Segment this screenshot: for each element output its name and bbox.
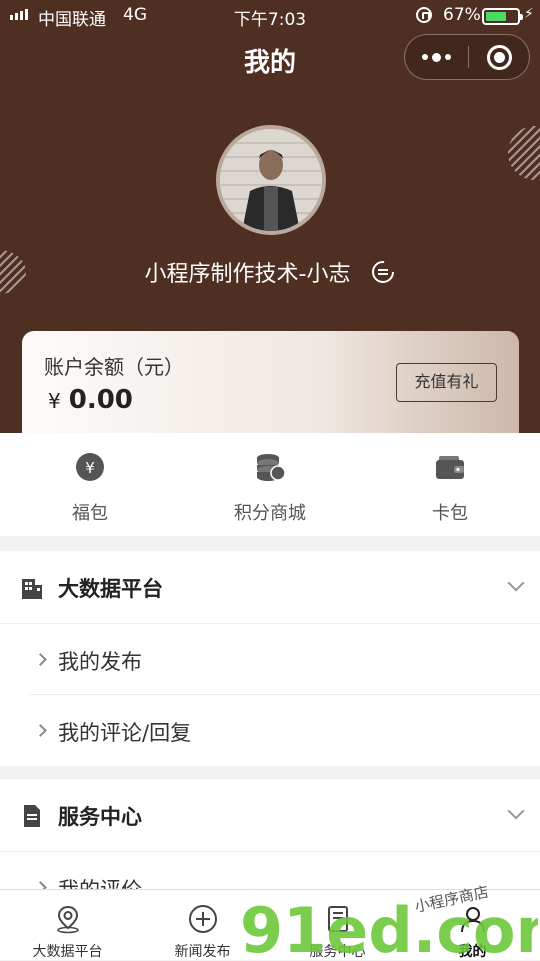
tab-news-publish[interactable]: 新闻发布 xyxy=(135,890,270,960)
tab-me[interactable]: 我的 xyxy=(405,890,540,960)
quick-label: 福包 xyxy=(72,503,108,524)
profile-header: 中国联通 4G 下午7:03 67% ⚡ 我的 小程序制作技术-小志 账户余额（… xyxy=(0,0,540,433)
section-title: 服务中心 xyxy=(58,805,142,829)
battery-percent: 67% xyxy=(443,5,481,25)
balance-value: 0.00 xyxy=(68,385,133,415)
coins-icon xyxy=(257,454,286,481)
list-item-my-comments[interactable]: 我的评论/回复 xyxy=(30,695,540,766)
tab-label: 我的 xyxy=(458,944,487,960)
battery-icon xyxy=(482,8,523,25)
wallet-icon xyxy=(436,456,464,479)
recharge-button[interactable]: 充值有礼 xyxy=(396,363,497,402)
switch-icon[interactable] xyxy=(371,260,395,284)
status-bar: 中国联通 4G 下午7:03 67% ⚡ xyxy=(0,0,540,30)
chevron-right-icon xyxy=(34,653,47,666)
user-name: 小程序制作技术-小志 xyxy=(144,262,351,287)
quick-red-packet[interactable]: ¥ 福包 xyxy=(0,433,180,536)
list-item-label: 我的发布 xyxy=(58,650,142,674)
quick-card-wallet[interactable]: 卡包 xyxy=(360,433,540,536)
tab-service-center[interactable]: 服务中心 xyxy=(270,890,405,960)
section-service-center: 服务中心 我的评价 xyxy=(0,779,540,902)
section-title: 大数据平台 xyxy=(58,577,163,601)
quick-label: 积分商城 xyxy=(234,503,306,524)
location-icon xyxy=(56,905,79,934)
tab-bar: 大数据平台 新闻发布 服务中心 我的 xyxy=(0,889,540,960)
building-icon xyxy=(22,579,42,599)
tab-label: 大数据平台 xyxy=(32,944,103,960)
close-miniprogram-icon[interactable] xyxy=(487,45,512,70)
decorative-stripe-circle xyxy=(508,126,540,180)
quick-points-mall[interactable]: 积分商城 xyxy=(180,433,360,536)
lock-rotation-icon xyxy=(416,7,432,23)
balance-label: 账户余额（元） xyxy=(44,355,184,379)
red-packet-icon: ¥ xyxy=(76,453,104,481)
battery-level xyxy=(486,12,507,21)
balance-card: 账户余额（元） ¥0.00 充值有礼 xyxy=(22,331,519,433)
chevron-right-icon xyxy=(34,724,47,737)
miniprogram-capsule xyxy=(404,34,530,80)
quick-label: 卡包 xyxy=(432,503,468,524)
tab-big-data[interactable]: 大数据平台 xyxy=(0,890,135,960)
document-icon xyxy=(24,805,40,827)
chevron-down-icon xyxy=(507,574,525,592)
plus-circle-icon xyxy=(188,905,217,933)
charging-icon: ⚡ xyxy=(524,6,534,22)
section-big-data: 大数据平台 我的发布 我的评论/回复 xyxy=(0,551,540,766)
avatar[interactable] xyxy=(216,125,326,235)
section-header[interactable]: 大数据平台 xyxy=(0,551,540,624)
more-icon[interactable] xyxy=(405,35,468,79)
svg-text:¥: ¥ xyxy=(85,459,95,477)
avatar-photo xyxy=(220,129,322,231)
currency-symbol: ¥ xyxy=(48,389,61,413)
book-icon xyxy=(327,906,348,932)
capsule-divider xyxy=(468,46,469,68)
user-name-row: 小程序制作技术-小志 xyxy=(0,256,540,288)
user-icon xyxy=(460,907,485,933)
list-item-label: 我的评论/回复 xyxy=(58,721,192,745)
tab-label: 新闻发布 xyxy=(174,944,231,960)
section-header[interactable]: 服务中心 xyxy=(0,779,540,852)
balance-amount: ¥0.00 xyxy=(48,385,133,415)
tab-label: 服务中心 xyxy=(309,944,366,960)
list-item-my-posts[interactable]: 我的发布 xyxy=(30,624,540,695)
quick-actions: ¥ 福包 积分商城 卡包 xyxy=(0,433,540,536)
chevron-down-icon xyxy=(507,802,525,820)
